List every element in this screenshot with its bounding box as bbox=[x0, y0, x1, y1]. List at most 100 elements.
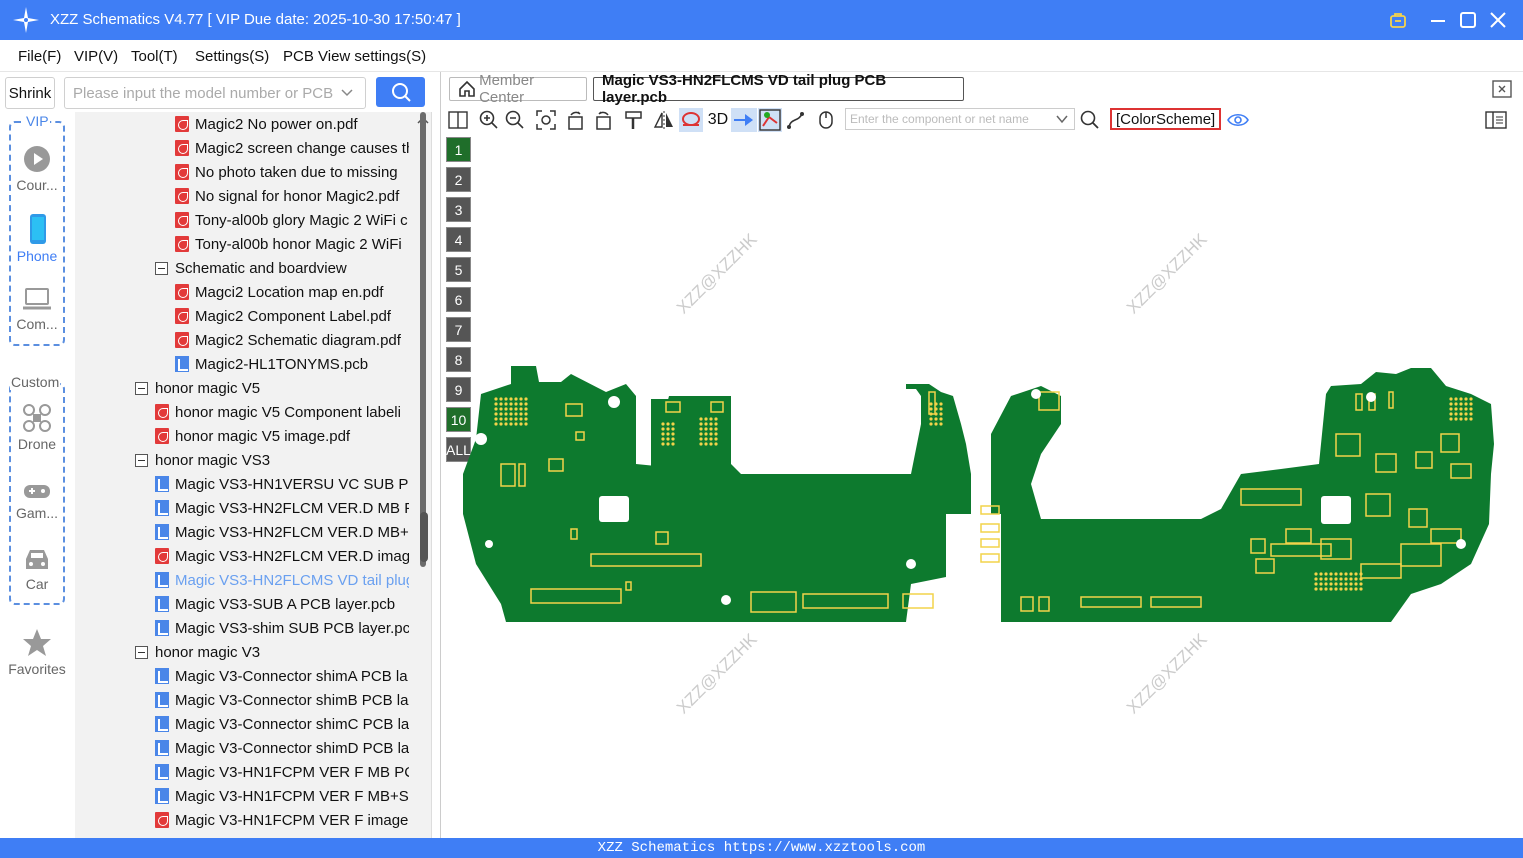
tree-file[interactable]: Magic VS3-HN2FLCM VER.D MB PC bbox=[155, 497, 425, 519]
close-button[interactable] bbox=[1486, 8, 1510, 32]
maximize-button[interactable] bbox=[1456, 8, 1480, 32]
tree-file[interactable]: Magic VS3-HN2FLCM VER.D image bbox=[155, 545, 418, 567]
tab-active-file[interactable]: Magic VS3-HN2FLCMS VD tail plug PCB laye… bbox=[593, 72, 964, 106]
net-search-input[interactable] bbox=[845, 108, 1075, 130]
mouse-mode-button[interactable] bbox=[814, 108, 838, 132]
pdf-file-icon bbox=[155, 548, 169, 564]
bga-ball bbox=[1464, 407, 1468, 411]
visibility-button[interactable] bbox=[1226, 108, 1250, 132]
pcb-board[interactable] bbox=[441, 134, 1523, 838]
tree-file[interactable]: Magic VS3-HN2FLCMS VD tail plug bbox=[155, 569, 414, 591]
rotate-right-button[interactable] bbox=[591, 108, 615, 132]
rail-label-phone: Phone bbox=[16, 248, 58, 264]
paint-roller-icon bbox=[625, 111, 642, 129]
fit-view-button[interactable] bbox=[534, 108, 558, 132]
pcb-canvas[interactable]: 1 2 3 4 5 6 7 8 9 10 ALL XZZ@XZZHK XZZ@XZZHK XZZ@X… bbox=[441, 134, 1523, 838]
net-dropdown-icon[interactable] bbox=[1055, 113, 1069, 125]
tree-folder[interactable]: honor magic VS3 bbox=[135, 449, 270, 471]
pdf-file-icon bbox=[175, 332, 189, 348]
tree-file[interactable]: Magic V3-HN1FCPM VER F image.p bbox=[155, 809, 421, 831]
rail-label-course: Cour... bbox=[16, 177, 58, 193]
menu-file[interactable]: File(F) bbox=[18, 48, 61, 65]
tree-file[interactable]: Magic V3-Connector shimC PCB la bbox=[155, 713, 409, 735]
tree-file[interactable]: Magic2 Schematic diagram.pdf bbox=[175, 329, 401, 351]
model-search-input[interactable] bbox=[64, 77, 366, 109]
tree-scroll-thumb[interactable] bbox=[420, 112, 426, 567]
tree-file[interactable]: Magic VS3-HN1VERSU VC SUB PCB bbox=[155, 473, 429, 495]
menu-tool[interactable]: Tool(T) bbox=[131, 48, 178, 65]
minimize-button[interactable] bbox=[1426, 8, 1450, 32]
tree-folder[interactable]: Schematic and boardview bbox=[155, 257, 347, 279]
tree-file[interactable]: No photo taken due to missing bbox=[175, 161, 398, 183]
rail-item-drone[interactable]: Drone bbox=[0, 403, 74, 452]
rail-item-car[interactable]: Car bbox=[0, 545, 74, 592]
collapse-toggle-icon[interactable] bbox=[135, 645, 148, 659]
collapse-toggle-icon[interactable] bbox=[135, 381, 148, 395]
tree-file[interactable]: Magic VS3-shim SUB PCB layer.pcb bbox=[155, 617, 418, 639]
collapse-toggle-icon[interactable] bbox=[155, 261, 168, 275]
shrink-button[interactable]: Shrink bbox=[5, 77, 55, 109]
rotate-left-button[interactable] bbox=[564, 108, 588, 132]
tree-file[interactable]: Magic2 No power on.pdf bbox=[175, 113, 358, 135]
tree-file[interactable]: Tony-al00b glory Magic 2 WiFi c bbox=[175, 209, 408, 231]
tree-file[interactable]: Magic V3-HN1FCPM VER F MB PCI bbox=[155, 761, 419, 783]
tab-member-center[interactable]: Member Center bbox=[449, 72, 587, 106]
tree-file[interactable]: Magic V3-HN1FCPM VER F MB+SU bbox=[155, 785, 420, 807]
cutout bbox=[599, 496, 629, 522]
rail-item-course[interactable]: Cour... bbox=[0, 144, 74, 193]
menu-vip[interactable]: VIP(V) bbox=[74, 48, 118, 65]
tree-file[interactable]: No signal for honor Magic2.pdf bbox=[175, 185, 399, 207]
close-tabs-button[interactable] bbox=[1492, 80, 1512, 102]
tree-file[interactable]: Magic VS3-HN2FLCM VER.D MB+S bbox=[155, 521, 419, 543]
tree-file[interactable]: Magic2 screen change causes th bbox=[175, 137, 414, 159]
tree-file[interactable]: Magic2-HL1TONYMS.pcb bbox=[175, 353, 368, 375]
chevron-down-icon[interactable] bbox=[340, 86, 354, 100]
zoom-out-button[interactable] bbox=[503, 108, 527, 132]
3d-button[interactable]: 3D bbox=[705, 108, 731, 132]
tree-scroll-handle[interactable] bbox=[420, 512, 428, 562]
mouse-icon bbox=[819, 111, 833, 129]
pcb-file-icon bbox=[155, 620, 169, 636]
paint-button[interactable] bbox=[622, 108, 646, 132]
tree-file[interactable]: Tony-al00b honor Magic 2 WiFi bbox=[175, 233, 402, 255]
zoom-in-button[interactable] bbox=[477, 108, 501, 132]
rail-item-phone[interactable]: Phone bbox=[0, 213, 74, 264]
net-highlight-button[interactable] bbox=[758, 108, 782, 132]
tree-item-label: Magic V3-Connector shimC PCB la bbox=[175, 715, 410, 733]
trace-button[interactable] bbox=[784, 108, 808, 132]
color-scheme-button[interactable]: [ColorScheme] bbox=[1110, 108, 1222, 130]
tree-file[interactable]: Magic VS3-SUB A PCB layer.pcb bbox=[155, 593, 395, 615]
menu-settings[interactable]: Settings(S) bbox=[195, 48, 269, 65]
tree-file[interactable]: Magic V3-Connector shimA PCB la bbox=[155, 665, 408, 687]
mirror-button[interactable] bbox=[652, 108, 676, 132]
rail-item-computer[interactable]: Com... bbox=[0, 285, 74, 332]
tree-scrollbar[interactable] bbox=[409, 112, 431, 838]
net-search-button[interactable] bbox=[1078, 108, 1102, 132]
side-panel-button[interactable] bbox=[1484, 108, 1508, 132]
tree-folder[interactable]: honor magic V3 bbox=[135, 641, 260, 663]
pin-select-button[interactable] bbox=[731, 108, 757, 132]
tree-item-label: Magic2 screen change causes th bbox=[195, 139, 415, 157]
bga-ball bbox=[499, 417, 503, 421]
flip-board-button[interactable] bbox=[679, 108, 703, 132]
tree-file[interactable]: Magic V3-Connector shimB PCB la bbox=[155, 689, 408, 711]
tree-file[interactable]: Magci2 Location map en.pdf bbox=[175, 281, 383, 303]
split-view-button[interactable] bbox=[446, 108, 470, 132]
tab-active-file-label: Magic VS3-HN2FLCMS VD tail plug PCB laye… bbox=[602, 72, 887, 106]
menu-pcb-view-settings[interactable]: PCB View settings(S) bbox=[283, 48, 426, 65]
tree-file[interactable]: Magic2 Component Label.pdf bbox=[175, 305, 391, 327]
search-button[interactable] bbox=[376, 77, 425, 107]
tree-item-label: honor magic V5 image.pdf bbox=[175, 427, 351, 445]
tree-file[interactable]: honor magic V5 image.pdf bbox=[155, 425, 350, 447]
rail-item-favorites[interactable]: Favorites bbox=[0, 628, 74, 677]
bga-ball bbox=[939, 402, 943, 406]
tree-file[interactable]: honor magic V5 Component labeli bbox=[155, 401, 401, 423]
tree-folder[interactable]: honor magic V5 bbox=[135, 377, 260, 399]
vip-bag-icon[interactable] bbox=[1386, 8, 1410, 32]
bga-ball bbox=[666, 442, 670, 446]
bga-ball bbox=[504, 422, 508, 426]
bga-ball bbox=[499, 397, 503, 401]
rail-item-game[interactable]: Gam... bbox=[0, 480, 74, 521]
tree-file[interactable]: Magic V3-Connector shimD PCB la bbox=[155, 737, 409, 759]
collapse-toggle-icon[interactable] bbox=[135, 453, 148, 467]
